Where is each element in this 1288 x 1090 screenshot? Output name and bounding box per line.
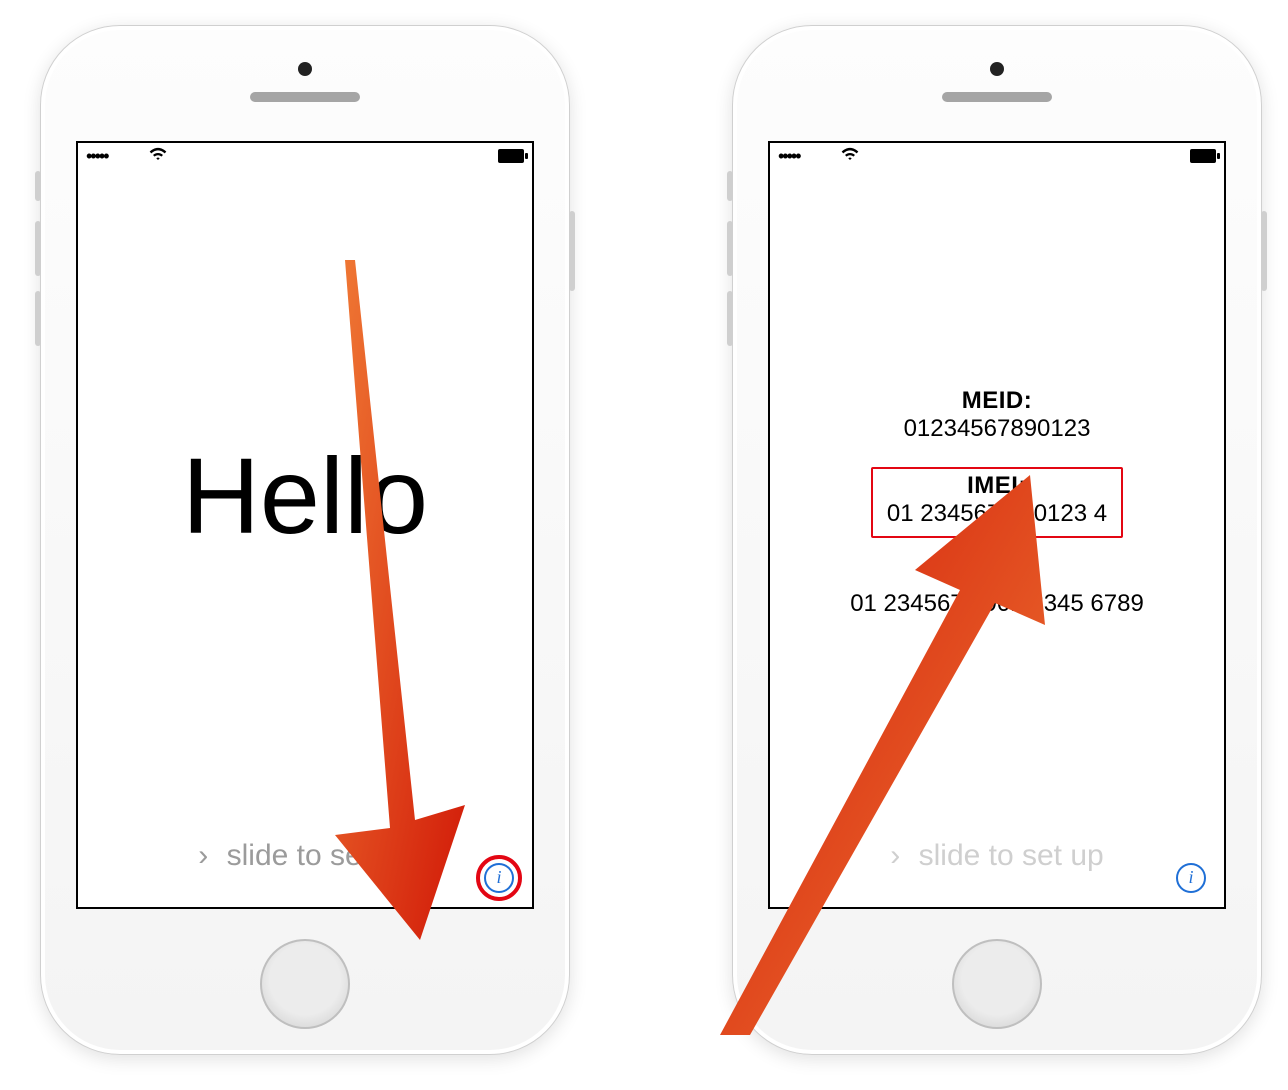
power-button [1261, 211, 1267, 291]
earpiece-speaker [250, 92, 360, 102]
iphone-mockup-right: ••••• MEID: 01234567890123 IMEI: 01 2345… [732, 25, 1262, 1055]
volume-down-button [35, 291, 41, 346]
status-bar: ••••• [770, 143, 1224, 171]
screen-left: ••••• Hello › slide to set up i [76, 141, 534, 909]
status-bar: ••••• [78, 143, 532, 171]
imei-row: IMEI: 01 234567 890123 4 [770, 467, 1224, 538]
mute-switch [35, 171, 41, 201]
cellular-signal-icon: ••••• [778, 146, 800, 167]
battery-icon [498, 149, 524, 163]
slide-to-setup[interactable]: › slide to set up [78, 839, 532, 873]
iccid-value: 01 234567 8901 2345 6789 [770, 590, 1224, 618]
hello-greeting: Hello [78, 433, 532, 558]
meid-value: 01234567890123 [770, 415, 1224, 443]
screen-right: ••••• MEID: 01234567890123 IMEI: 01 2345… [768, 141, 1226, 909]
annotation-imei-highlight: IMEI: 01 234567 890123 4 [871, 467, 1123, 538]
info-button[interactable]: i [484, 863, 514, 893]
cellular-signal-icon: ••••• [86, 146, 108, 167]
chevron-right-icon: › [890, 839, 900, 872]
volume-up-button [35, 221, 41, 276]
iccid-label: ICCID: [770, 562, 1224, 590]
volume-up-button [727, 221, 733, 276]
iphone-mockup-left: ••••• Hello › slide to set up i [40, 25, 570, 1055]
volume-down-button [727, 291, 733, 346]
iccid-row: ICCID: 01 234567 8901 2345 6789 [770, 562, 1224, 618]
imei-label: IMEI: [887, 472, 1107, 500]
meid-row: MEID: 01234567890123 [770, 387, 1224, 443]
info-icon: i [1176, 863, 1206, 893]
home-button[interactable] [260, 939, 350, 1029]
earpiece-speaker [942, 92, 1052, 102]
battery-icon [1190, 149, 1216, 163]
power-button [569, 211, 575, 291]
imei-value: 01 234567 890123 4 [887, 500, 1107, 528]
camera-dot [990, 62, 1004, 76]
meid-label: MEID: [770, 387, 1224, 415]
mute-switch [727, 171, 733, 201]
info-button[interactable]: i [1176, 863, 1206, 893]
device-info-block: MEID: 01234567890123 IMEI: 01 234567 890… [770, 363, 1224, 642]
slide-label: slide to set up [919, 839, 1104, 872]
home-button[interactable] [952, 939, 1042, 1029]
wifi-icon [148, 145, 168, 170]
wifi-icon [840, 145, 860, 170]
chevron-right-icon: › [198, 839, 208, 872]
camera-dot [298, 62, 312, 76]
slide-label: slide to set up [227, 839, 412, 872]
slide-to-setup[interactable]: › slide to set up [770, 839, 1224, 873]
